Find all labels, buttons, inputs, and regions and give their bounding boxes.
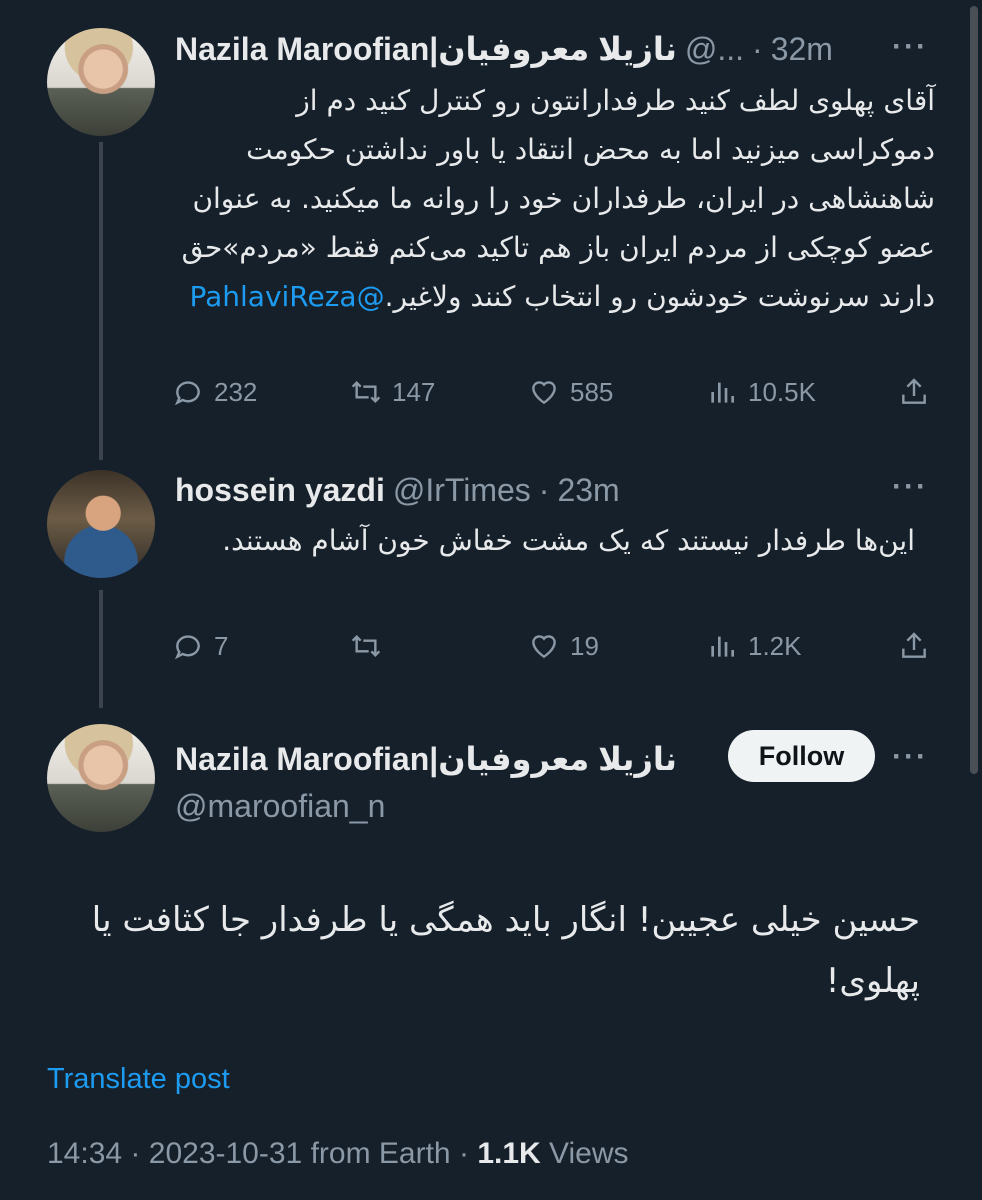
tweet-header: hossein yazdi @IrTimes · 23m xyxy=(175,472,620,509)
tweet-meta: 14:34 · 2023-10-31 from Earth · 1.1K Vie… xyxy=(47,1137,629,1171)
views-button[interactable]: 1.2K xyxy=(706,630,802,662)
more-icon[interactable]: ··· xyxy=(892,740,928,774)
tweet-actions: 7 19 1.2K xyxy=(172,626,937,666)
like-icon xyxy=(532,635,556,659)
like-count: 585 xyxy=(570,376,614,407)
retweet-button[interactable] xyxy=(350,630,392,662)
reply-button[interactable]: 7 xyxy=(172,630,228,662)
reply-count: 7 xyxy=(214,630,229,661)
tweet-text: آقای پهلوی لطف کنید طرفدارانتون رو کنترل… xyxy=(170,76,935,321)
tweet-time[interactable]: 14:34 xyxy=(47,1137,122,1170)
views-label: Views xyxy=(549,1137,629,1170)
views-icon xyxy=(711,636,734,657)
like-icon xyxy=(532,381,556,405)
tweet-source: from Earth xyxy=(310,1137,451,1170)
follow-button[interactable]: Follow xyxy=(728,730,875,782)
avatar[interactable] xyxy=(47,724,155,832)
reply-button[interactable]: 232 xyxy=(172,376,257,408)
avatar[interactable] xyxy=(47,470,155,578)
retweet-count: 147 xyxy=(392,376,436,407)
author-name[interactable]: Nazila Maroofian|نازیلا معروفیان xyxy=(175,30,677,68)
separator: · xyxy=(130,1137,141,1170)
main-tweet-text: حسین خیلی عجیبن! انگار باید همگی یا طرفد… xyxy=(91,900,920,1001)
tweet-handle-line: @maroofian_n xyxy=(175,788,385,825)
tweet-header: Nazila Maroofian|نازیلا معروفیان @... · … xyxy=(175,30,833,68)
tweet-text: این‌ها طرفدار نیستند که یک مشت خفاش خون … xyxy=(222,524,915,557)
like-count: 19 xyxy=(570,630,599,661)
author-handle[interactable]: @IrTimes xyxy=(393,472,531,509)
retweet-icon xyxy=(351,380,381,404)
like-button[interactable]: 585 xyxy=(528,376,613,408)
views-icon xyxy=(711,382,734,403)
views-count: 1.2K xyxy=(748,630,802,661)
author-name[interactable]: Nazila Maroofian|نازیلا معروفیان xyxy=(175,740,677,778)
views-count: 1.1K xyxy=(477,1137,541,1170)
thread-line xyxy=(99,590,103,708)
scrollbar[interactable] xyxy=(970,6,978,774)
author-handle[interactable]: @maroofian_n xyxy=(175,788,385,825)
like-button[interactable]: 19 xyxy=(528,630,599,662)
reply-count: 232 xyxy=(214,376,258,407)
tweet-time[interactable]: 23m xyxy=(557,472,619,509)
reply-icon xyxy=(174,381,200,406)
share-button[interactable] xyxy=(898,376,930,408)
retweet-icon xyxy=(351,634,381,658)
avatar[interactable] xyxy=(47,28,155,136)
author-handle[interactable]: @... xyxy=(685,31,744,68)
retweet-button[interactable]: 147 xyxy=(350,376,435,408)
tweet-actions: 232 147 585 10.5K xyxy=(172,372,937,412)
more-icon[interactable]: ··· xyxy=(892,30,928,64)
separator: · xyxy=(458,1137,469,1170)
reply-icon xyxy=(174,635,200,660)
mention-link[interactable]: @PahlaviReza xyxy=(189,280,384,313)
share-icon xyxy=(902,378,926,404)
thread-line xyxy=(99,142,103,460)
tweet-text-main: آقای پهلوی لطف کنید طرفدارانتون رو کنترل… xyxy=(181,84,935,313)
separator: · xyxy=(538,472,550,508)
author-name[interactable]: hossein yazdi xyxy=(175,472,385,509)
share-icon xyxy=(902,632,926,658)
tweet-time[interactable]: 32m xyxy=(771,31,833,68)
more-icon[interactable]: ··· xyxy=(892,470,928,504)
views-count: 10.5K xyxy=(748,376,816,407)
translate-link[interactable]: Translate post xyxy=(47,1063,230,1096)
share-button[interactable] xyxy=(898,630,930,662)
separator: · xyxy=(752,31,763,67)
tweet-header: Nazila Maroofian|نازیلا معروفیان xyxy=(175,740,677,778)
views-button[interactable]: 10.5K xyxy=(706,376,816,408)
tweet-date[interactable]: 2023-10-31 xyxy=(149,1137,302,1170)
